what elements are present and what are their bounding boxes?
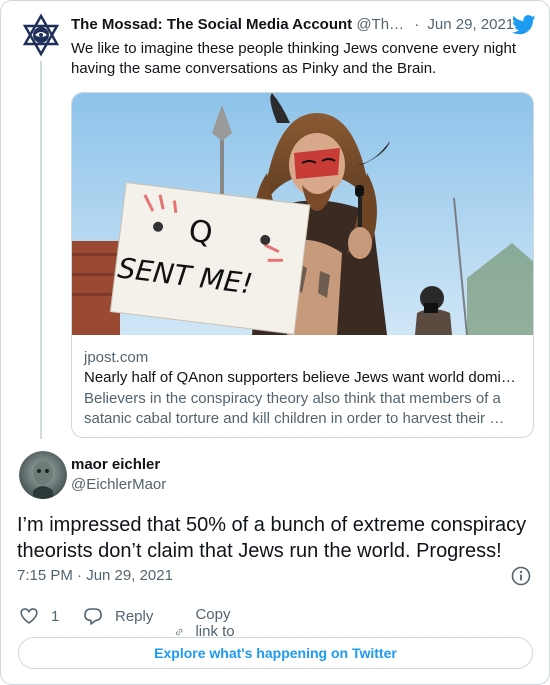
thread-connector xyxy=(40,61,42,439)
explore-twitter-button[interactable]: Explore what's happening on Twitter xyxy=(18,637,533,669)
article-photo: Q SENT ME! xyxy=(72,93,533,335)
mossad-avatar[interactable] xyxy=(19,13,63,57)
tweet-embed-card: The Mossad: The Social Media Account @Th… xyxy=(0,0,550,685)
quoted-tweet-header: The Mossad: The Social Media Account @Th… xyxy=(71,15,536,36)
user-display-name[interactable]: maor eichler xyxy=(71,456,160,473)
mossad-logo-icon xyxy=(19,13,63,57)
user-avatar[interactable] xyxy=(19,451,67,499)
avatar-image xyxy=(19,451,67,499)
tweet-text: I’m impressed that 50% of a bunch of ext… xyxy=(17,514,527,562)
quoted-date[interactable]: Jun 29, 2021 xyxy=(427,16,514,33)
info-icon[interactable] xyxy=(511,566,531,586)
twitter-bird-icon[interactable] xyxy=(512,15,536,35)
link-description: Believers in the conspiracy theory also … xyxy=(84,390,505,427)
link-title[interactable]: Nearly half of QAnon supporters believe … xyxy=(84,369,524,386)
tweet-timestamp[interactable]: 7:15 PM · Jun 29, 2021 xyxy=(17,567,173,584)
user-handle[interactable]: @EichlerMaor xyxy=(71,476,166,493)
reply-icon[interactable] xyxy=(83,606,103,626)
reply-label: Reply xyxy=(115,607,154,625)
quoted-display-name[interactable]: The Mossad: The Social Media Account xyxy=(71,16,352,33)
like-count: 1 xyxy=(51,607,60,625)
link-domain: jpost.com xyxy=(84,349,149,366)
svg-text:Q: Q xyxy=(187,214,215,252)
like-action[interactable]: 1 xyxy=(19,606,59,626)
quoted-tweet-text: We like to imagine these people thinking… xyxy=(71,40,516,77)
header-separator: · xyxy=(414,16,420,33)
heart-icon[interactable] xyxy=(19,606,39,626)
link-preview-card[interactable]: Q SENT ME! jpost.com Nearly half of QAno… xyxy=(71,92,534,438)
reply-action[interactable]: Reply xyxy=(83,606,153,626)
quoted-handle[interactable]: @Th… xyxy=(356,16,404,33)
